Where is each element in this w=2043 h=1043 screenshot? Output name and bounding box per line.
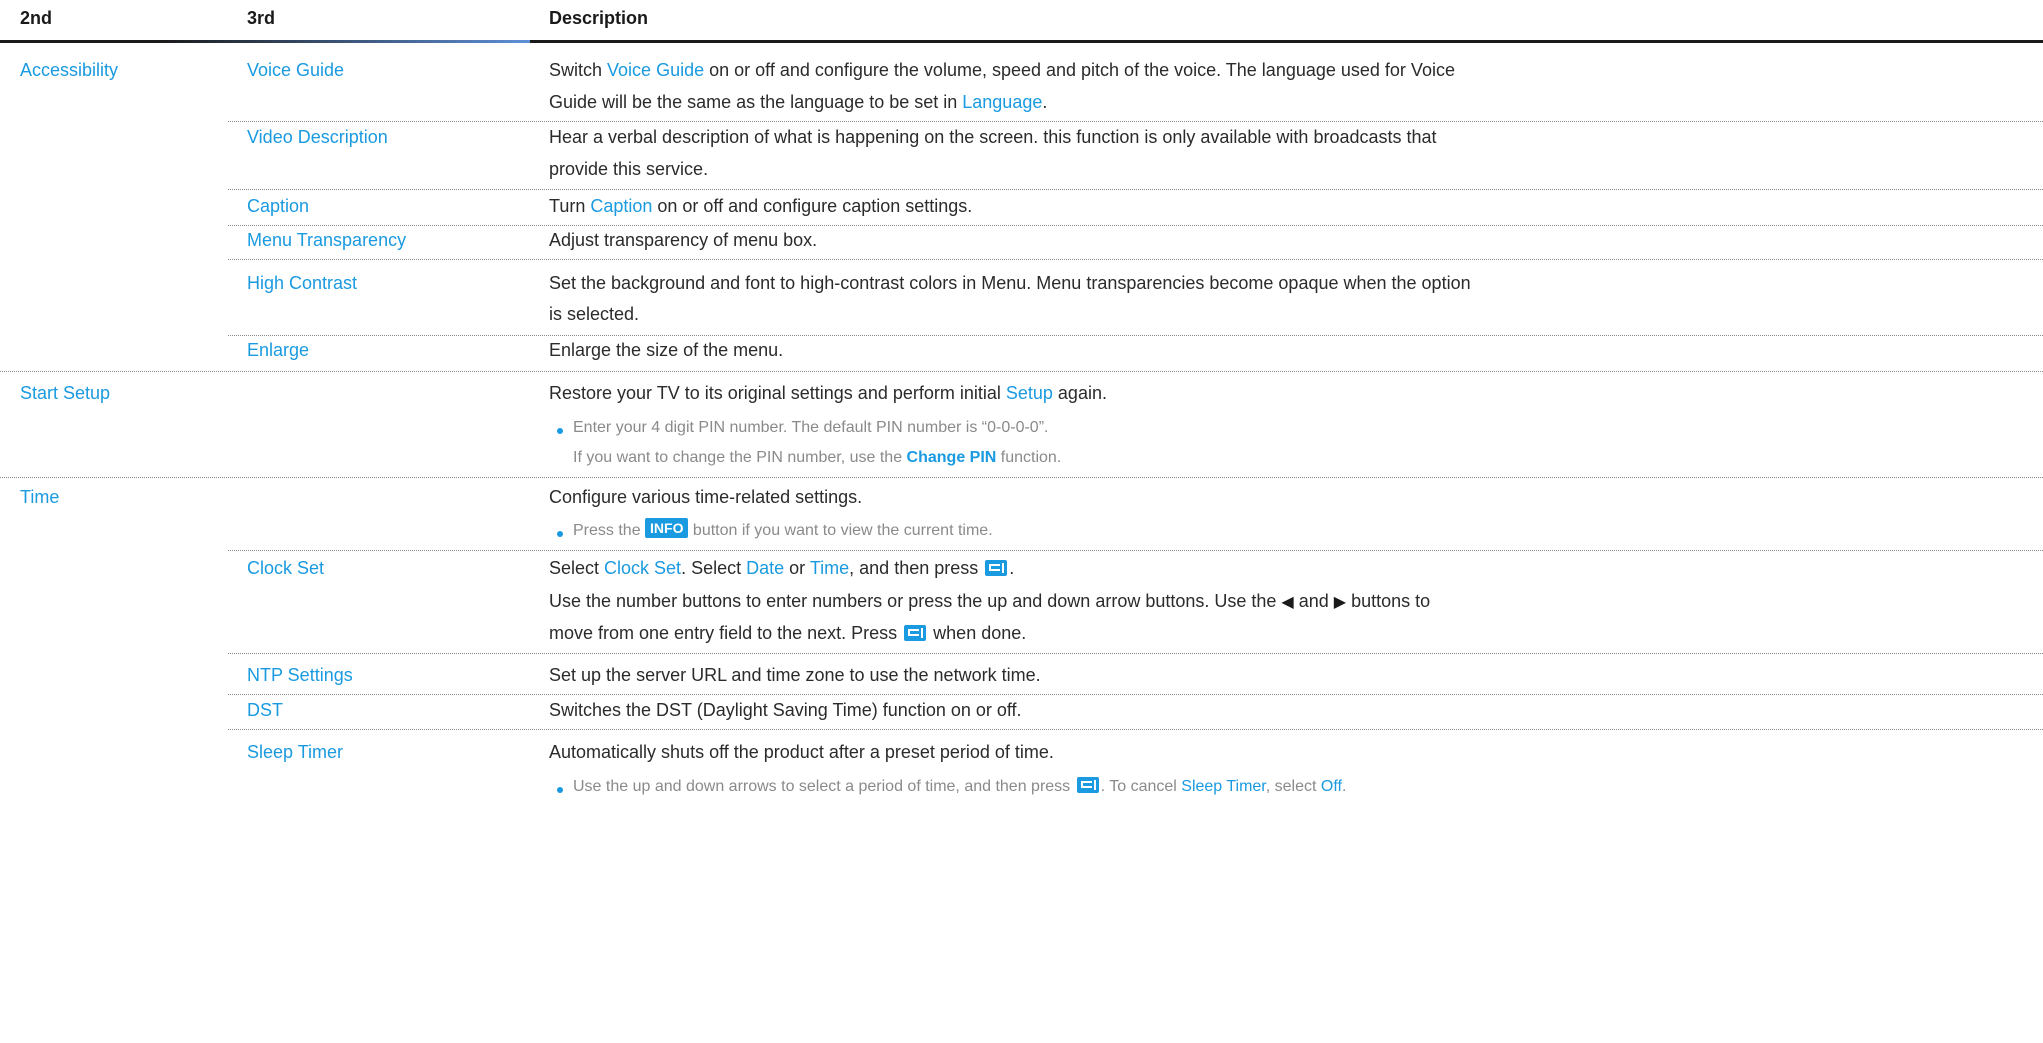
row-3rd-high-contrast[interactable]: High Contrast (247, 268, 357, 298)
bullet-icon (557, 787, 563, 793)
note-start-setup-change-pin: If you want to change the PIN number, us… (573, 449, 1062, 466)
header-description: Description (549, 8, 649, 28)
row-2nd-start-setup[interactable]: Start Setup (20, 378, 110, 408)
desc-caption-line1: Turn Caption on or off and configure cap… (549, 196, 973, 216)
header-rule-accent (0, 40, 530, 43)
left-arrow-icon: ◀ (1281, 594, 1294, 611)
row-3rd-menu-transparency[interactable]: Menu Transparency (247, 225, 406, 255)
link-clock-set[interactable]: Clock Set (604, 558, 681, 578)
desc-dst: Switches the DST (Daylight Saving Time) … (549, 700, 1022, 720)
row-3rd-ntp-settings[interactable]: NTP Settings (247, 660, 353, 690)
desc-menu-transparency: Adjust transparency of menu box. (549, 230, 818, 250)
desc-voice-guide-line2: Guide will be the same as the language t… (549, 92, 1048, 112)
link-caption[interactable]: Caption (590, 196, 652, 216)
note-sleep-timer: Use the up and down arrows to select a p… (573, 777, 1347, 795)
row-divider (228, 225, 2043, 226)
link-time[interactable]: Time (810, 558, 849, 578)
desc-voice-guide-line1: Switch Voice Guide on or off and configu… (549, 60, 1455, 80)
bullet-icon (557, 531, 563, 537)
link-voice-guide[interactable]: Voice Guide (607, 60, 704, 80)
link-setup[interactable]: Setup (1006, 383, 1053, 403)
row-3rd-video-description[interactable]: Video Description (247, 122, 388, 152)
settings-table: 2nd 3rd Description Accessibility Voice … (0, 0, 2043, 1043)
desc-sleep-timer: Automatically shuts off the product afte… (549, 742, 1054, 762)
desc-video-description-line1: Hear a verbal description of what is hap… (549, 127, 1437, 147)
desc-ntp-settings: Set up the server URL and time zone to u… (549, 665, 1041, 685)
row-2nd-time[interactable]: Time (20, 482, 59, 512)
row-divider (228, 259, 2043, 260)
header-3rd: 3rd (247, 8, 276, 28)
row-divider (228, 189, 2043, 190)
link-date[interactable]: Date (746, 558, 784, 578)
link-change-pin[interactable]: Change PIN (907, 449, 997, 466)
row-3rd-sleep-timer[interactable]: Sleep Timer (247, 737, 343, 767)
desc-enlarge: Enlarge the size of the menu. (549, 340, 784, 360)
row-3rd-caption[interactable]: Caption (247, 191, 309, 221)
table-header: 2nd 3rd Description (0, 0, 2043, 43)
desc-clock-set-line3: move from one entry field to the next. P… (549, 623, 1027, 643)
desc-high-contrast-line1: Set the background and font to high-cont… (549, 273, 1471, 293)
row-divider (228, 653, 2043, 654)
desc-time: Configure various time-related settings. (549, 487, 863, 507)
row-divider (228, 335, 2043, 336)
enter-icon (1076, 777, 1099, 793)
row-3rd-enlarge[interactable]: Enlarge (247, 335, 309, 365)
enter-icon (985, 560, 1008, 576)
header-2nd: 2nd (20, 8, 53, 28)
desc-clock-set-line2: Use the number buttons to enter numbers … (549, 591, 1431, 611)
desc-high-contrast-line2: is selected. (549, 304, 640, 324)
row-3rd-voice-guide[interactable]: Voice Guide (247, 55, 344, 85)
section-divider (0, 477, 2043, 478)
link-off[interactable]: Off (1321, 778, 1342, 795)
row-divider (228, 550, 2043, 551)
info-button-icon: INFO (645, 518, 689, 538)
link-language[interactable]: Language (962, 92, 1042, 112)
row-3rd-clock-set[interactable]: Clock Set (247, 553, 324, 583)
header-rule (530, 40, 2043, 43)
section-divider (0, 371, 2043, 372)
row-2nd-accessibility[interactable]: Accessibility (20, 55, 118, 85)
desc-video-description-line2: provide this service. (549, 159, 709, 179)
row-3rd-dst[interactable]: DST (247, 695, 283, 725)
enter-icon (904, 625, 927, 641)
desc-clock-set-line1: Select Clock Set. Select Date or Time, a… (549, 558, 1015, 578)
link-sleep-timer[interactable]: Sleep Timer (1181, 778, 1265, 795)
row-divider (228, 694, 2043, 695)
row-divider (228, 729, 2043, 730)
note-time-info: Press the INFO button if you want to vie… (573, 518, 993, 539)
right-arrow-icon: ▶ (1333, 594, 1347, 611)
bullet-icon (557, 428, 563, 434)
desc-start-setup: Restore your TV to its original settings… (549, 383, 1107, 403)
note-start-setup-pin: Enter your 4 digit PIN number. The defau… (573, 419, 1049, 436)
